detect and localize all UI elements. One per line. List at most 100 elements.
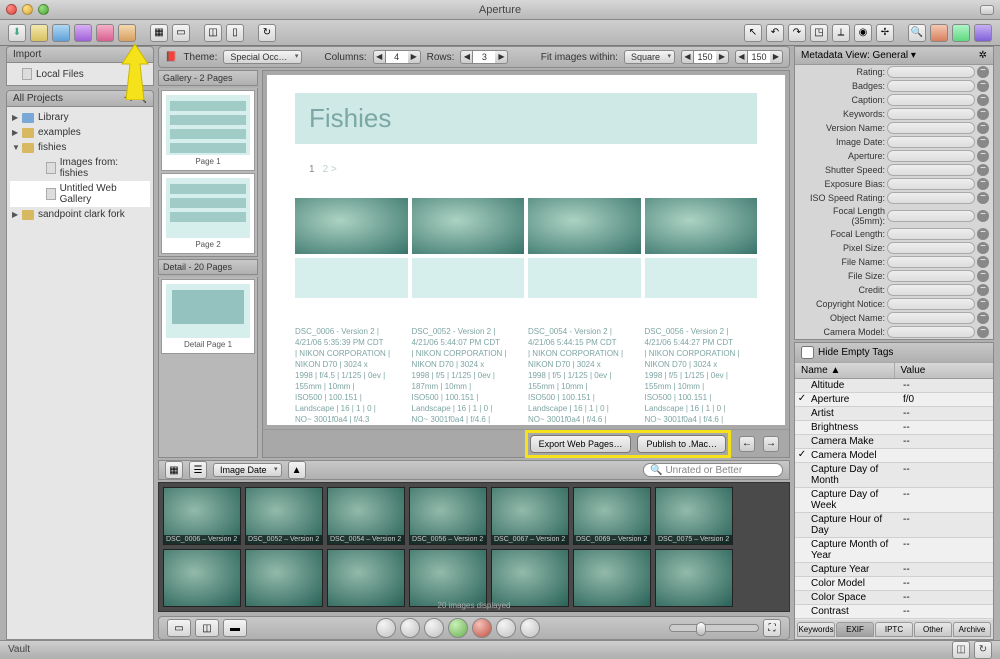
rotate-button[interactable]: ↻ xyxy=(258,24,276,42)
tag-row[interactable]: Brightness-- xyxy=(795,421,993,435)
tag-row[interactable]: Color Space-- xyxy=(795,591,993,605)
columns-stepper[interactable]: ◀4▶ xyxy=(373,50,421,64)
tag-list[interactable]: Altitude--✓Aperturef/0Artist--Brightness… xyxy=(795,379,993,620)
crop-tool-button[interactable]: ◳ xyxy=(810,24,828,42)
remove-field-button[interactable]: − xyxy=(977,298,989,310)
tag-columns-header[interactable]: Name ▲ Value xyxy=(795,363,993,379)
layout-button-1[interactable]: ◫ xyxy=(204,24,222,42)
metadata-value-field[interactable] xyxy=(887,312,975,324)
filmstrip-thumb[interactable] xyxy=(655,549,733,607)
tag-row[interactable]: Capture Year-- xyxy=(795,563,993,577)
remove-field-button[interactable]: − xyxy=(977,242,989,254)
tag-row[interactable]: Capture Hour of Day-- xyxy=(795,513,993,538)
list-view-button[interactable]: ☰ xyxy=(189,461,207,479)
tree-untitled-web-gallery[interactable]: Untitled Web Gallery xyxy=(10,181,150,207)
metadata-value-field[interactable] xyxy=(887,242,975,254)
web-gallery-canvas[interactable]: Fishies 12 > DSC_0006 - Version 2 | 4/21… xyxy=(267,75,785,425)
metadata-value-field[interactable] xyxy=(887,228,975,240)
new-book-button[interactable] xyxy=(96,24,114,42)
filmstrip-thumb[interactable]: DSC_0006 – Version 2 xyxy=(163,487,241,545)
viewer-mode-3[interactable]: ▬ xyxy=(223,619,247,637)
keywords-hud-button[interactable] xyxy=(952,24,970,42)
filmstrip-thumb[interactable] xyxy=(327,549,405,607)
tag-row[interactable]: ✓Aperturef/0 xyxy=(795,393,993,407)
tree-examples[interactable]: ▶examples xyxy=(10,125,150,140)
filmstrip-thumb[interactable] xyxy=(573,549,651,607)
remove-field-button[interactable]: − xyxy=(977,122,989,134)
local-files-item[interactable]: Local Files xyxy=(10,66,150,82)
tag-row[interactable]: Artist-- xyxy=(795,407,993,421)
export-web-pages-button[interactable]: Export Web Pages… xyxy=(530,435,632,453)
remove-field-button[interactable]: − xyxy=(977,284,989,296)
remove-field-button[interactable]: − xyxy=(977,326,989,338)
tag-row[interactable]: ✓Camera Model xyxy=(795,449,993,463)
rate-up-button[interactable] xyxy=(448,618,468,638)
remove-field-button[interactable]: − xyxy=(977,210,989,222)
view-mode-button-2[interactable]: ▭ xyxy=(172,24,190,42)
rotate-ccw-button[interactable]: ↶ xyxy=(766,24,784,42)
filmstrip-thumb[interactable] xyxy=(409,549,487,607)
redeye-tool-button[interactable]: ◉ xyxy=(854,24,872,42)
remove-field-button[interactable]: − xyxy=(977,256,989,268)
remove-field-button[interactable]: − xyxy=(977,192,989,204)
grid-view-button[interactable]: ▦ xyxy=(165,461,183,479)
metadata-value-field[interactable] xyxy=(887,80,975,92)
fit-height-stepper[interactable]: ◀150▶ xyxy=(735,50,783,64)
rate-down-button[interactable] xyxy=(424,618,444,638)
metadata-value-field[interactable] xyxy=(887,326,975,338)
search-projects-button[interactable]: 🔍 xyxy=(135,93,147,104)
remove-field-button[interactable]: − xyxy=(977,94,989,106)
metadata-value-field[interactable] xyxy=(887,66,975,78)
vault-sync-button[interactable]: ↻ xyxy=(974,641,992,659)
gallery-cell[interactable]: DSC_0006 - Version 2 | 4/21/06 5:35:39 P… xyxy=(295,198,408,425)
layout-button-2[interactable]: ▯ xyxy=(226,24,244,42)
adjustments-hud-button[interactable] xyxy=(974,24,992,42)
tag-row[interactable]: Capture Month of Year-- xyxy=(795,538,993,563)
remove-field-button[interactable]: − xyxy=(977,178,989,190)
reject-button[interactable] xyxy=(472,618,492,638)
tag-row[interactable]: Color Model-- xyxy=(795,577,993,591)
vault-add-button[interactable]: ◫ xyxy=(952,641,970,659)
toolbar-toggle-button[interactable] xyxy=(980,5,994,15)
nav-prev-button[interactable] xyxy=(400,618,420,638)
metadata-value-field[interactable] xyxy=(887,210,975,222)
inspector-tab-keywords[interactable]: Keywords xyxy=(797,622,835,637)
full-screen-button[interactable]: ⛶ xyxy=(763,619,781,637)
remove-field-button[interactable]: − xyxy=(977,312,989,324)
tag-row[interactable]: Capture Day of Month-- xyxy=(795,463,993,488)
nav-first-button[interactable] xyxy=(376,618,396,638)
filmstrip-thumb[interactable] xyxy=(491,549,569,607)
tag-row[interactable]: Camera Make-- xyxy=(795,435,993,449)
straighten-tool-button[interactable]: ⟂ xyxy=(832,24,850,42)
inspector-tab-iptc[interactable]: IPTC xyxy=(875,622,913,637)
new-project-button[interactable] xyxy=(30,24,48,42)
hide-empty-checkbox[interactable] xyxy=(801,346,814,359)
sort-direction-button[interactable]: ▲ xyxy=(288,461,306,479)
tree-images-from-fishies[interactable]: Images from: fishies xyxy=(10,155,150,181)
new-album-button[interactable] xyxy=(52,24,70,42)
publish-to-mac-button[interactable]: Publish to .Mac… xyxy=(637,435,726,453)
metadata-value-field[interactable] xyxy=(887,192,975,204)
fit-shape-popup[interactable]: Square xyxy=(624,50,675,64)
filmstrip-thumb[interactable]: DSC_0054 – Version 2 xyxy=(327,487,405,545)
remove-field-button[interactable]: − xyxy=(977,136,989,148)
filmstrip-thumb[interactable]: DSC_0052 – Version 2 xyxy=(245,487,323,545)
gallery-cell[interactable]: DSC_0052 - Version 2 | 4/21/06 5:44:07 P… xyxy=(412,198,525,425)
rows-stepper[interactable]: ◀3▶ xyxy=(460,50,508,64)
view-mode-button-1[interactable]: ▦ xyxy=(150,24,168,42)
filmstrip-thumb[interactable] xyxy=(163,549,241,607)
tree-sandpoint[interactable]: ▶sandpoint clark fork xyxy=(10,207,150,222)
tree-library[interactable]: ▶Library xyxy=(10,110,150,125)
sort-popup[interactable]: Image Date xyxy=(213,463,282,477)
theme-popup[interactable]: Special Occ… xyxy=(223,50,302,64)
spot-tool-button[interactable]: ✢ xyxy=(876,24,894,42)
inspector-tab-archive[interactable]: Archive xyxy=(953,622,991,637)
remove-field-button[interactable]: − xyxy=(977,164,989,176)
metadata-value-field[interactable] xyxy=(887,256,975,268)
gallery-cell[interactable]: DSC_0054 - Version 2 | 4/21/06 5:44:15 P… xyxy=(528,198,641,425)
metadata-view-popup[interactable]: Metadata View: General ▾ xyxy=(801,50,916,61)
remove-field-button[interactable]: − xyxy=(977,80,989,92)
filmstrip-thumb[interactable] xyxy=(245,549,323,607)
metadata-value-field[interactable] xyxy=(887,94,975,106)
metadata-value-field[interactable] xyxy=(887,164,975,176)
